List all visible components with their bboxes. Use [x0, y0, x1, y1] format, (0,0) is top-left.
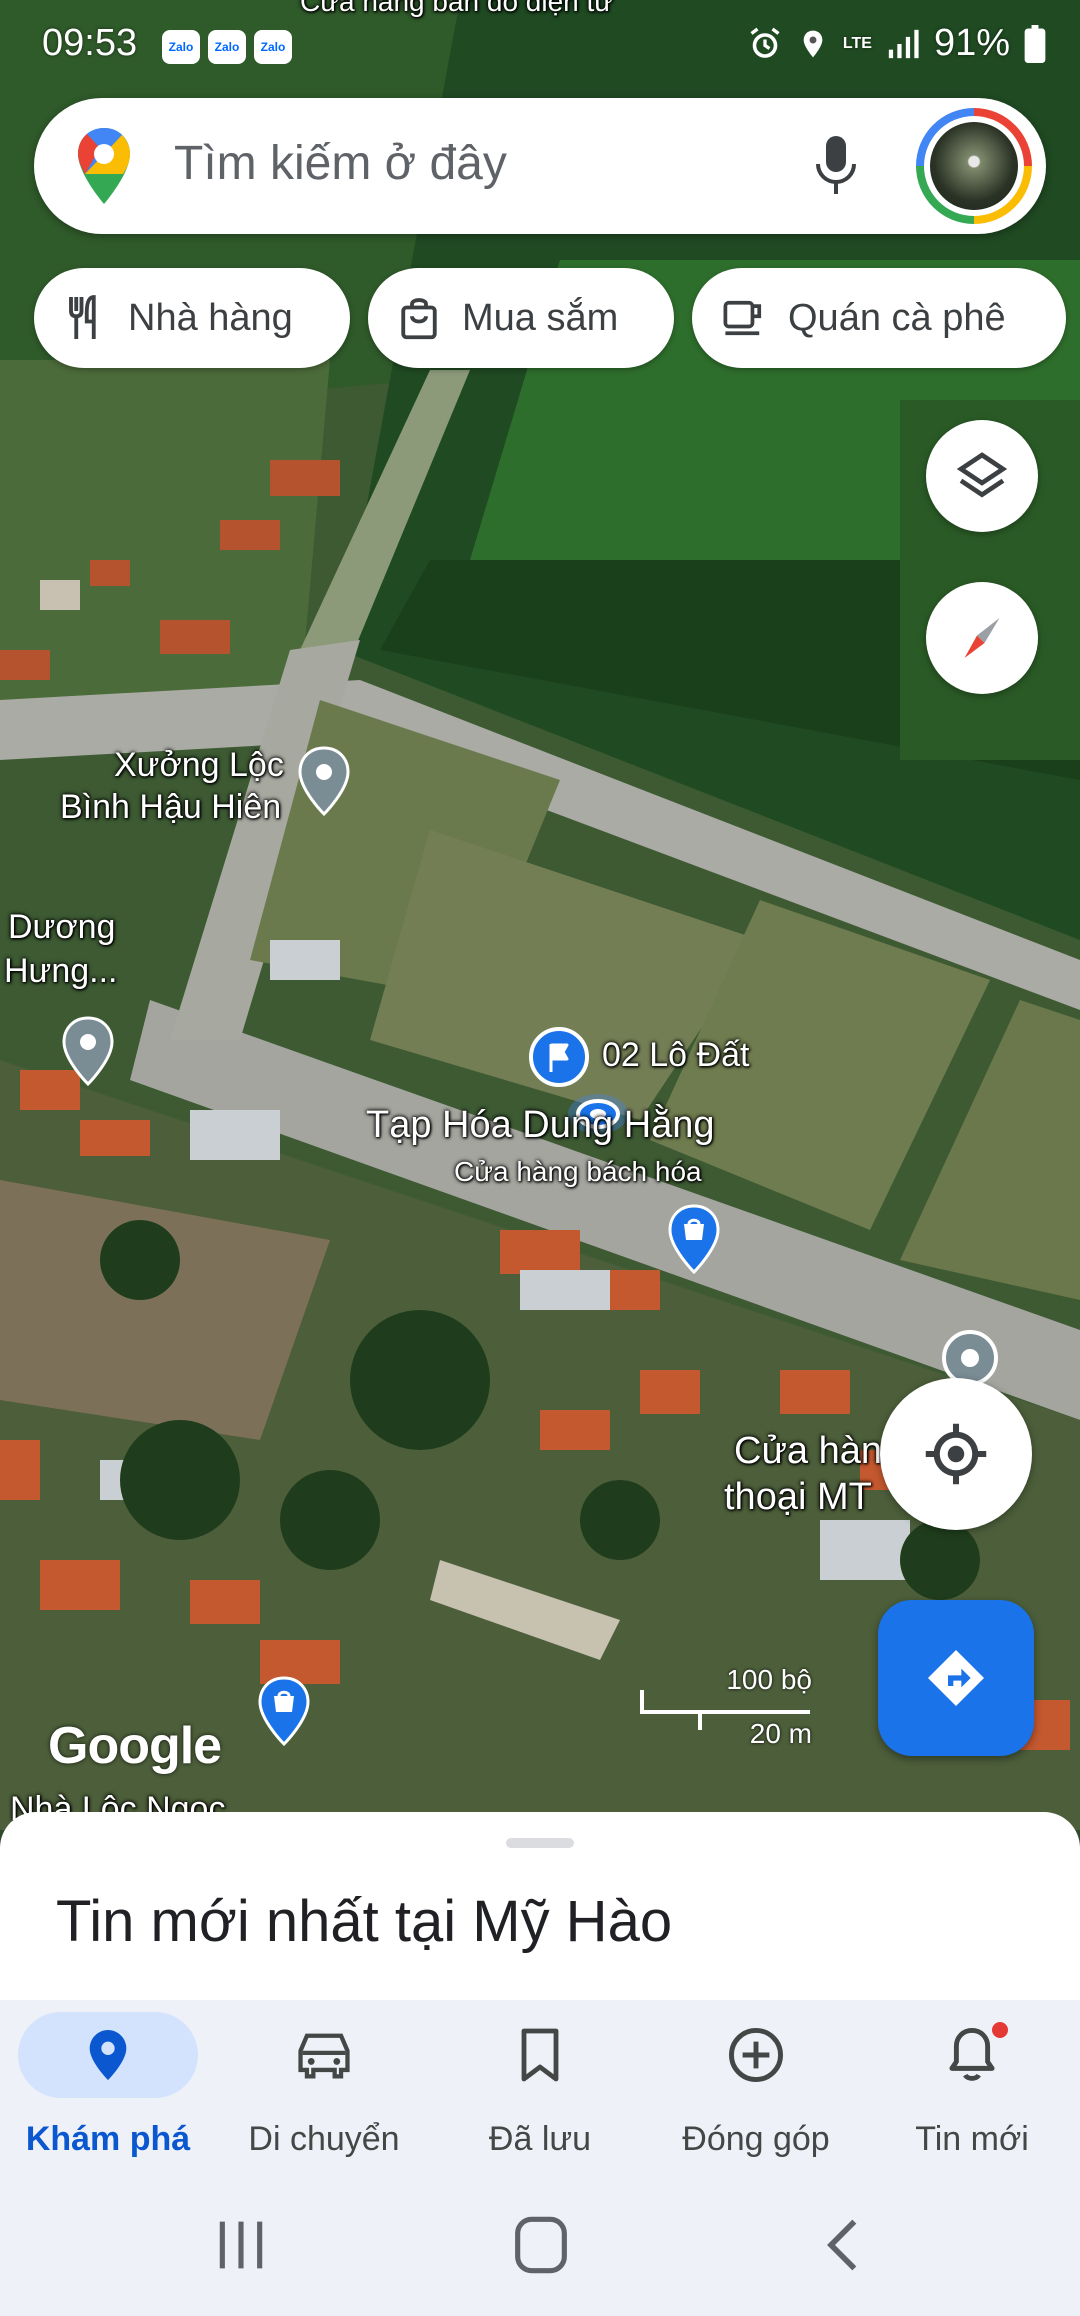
map-label-tap-hoa-category: Cửa hàng bách hóa — [454, 1156, 702, 1187]
directions-button[interactable] — [878, 1600, 1034, 1756]
map-label-duong[interactable]: Dương — [8, 908, 115, 947]
zalo-notification-icon: Zalo — [162, 30, 200, 64]
bottom-sheet[interactable]: Tin mới nhất tại Mỹ Hào — [0, 1812, 1080, 2002]
nav-label: Đóng góp — [682, 2120, 830, 2158]
nav-item-contribute[interactable]: Đóng góp — [648, 2012, 864, 2172]
map-scale: 100 bộ 20 m — [640, 1664, 812, 1750]
search-bar[interactable]: Tìm kiếm ở đây — [34, 98, 1046, 234]
nav-label: Tin mới — [915, 2120, 1029, 2158]
signal-icon — [888, 29, 919, 58]
shopping-pin-icon[interactable] — [256, 1676, 312, 1748]
nav-item-commute[interactable]: Di chuyển — [216, 2012, 432, 2172]
place-pin-icon[interactable] — [296, 746, 352, 818]
nav-item-explore[interactable]: Khám phá — [0, 2012, 216, 2172]
compass-icon — [964, 618, 1000, 658]
battery-percentage: 91% — [933, 22, 1010, 64]
flag-marker-icon[interactable] — [528, 1026, 590, 1088]
nav-item-updates[interactable]: Tin mới — [864, 2012, 1080, 2172]
profile-avatar[interactable] — [916, 108, 1032, 224]
explore-pin-icon — [89, 2030, 127, 2080]
chip-label: Mua sắm — [462, 296, 619, 339]
lte-icon: LTE — [842, 34, 872, 52]
restaurant-icon — [69, 295, 96, 339]
chip-coffee[interactable]: Quán cà phê — [692, 268, 1066, 368]
car-icon — [298, 2033, 350, 2079]
scale-metric: 20 m — [749, 1718, 812, 1749]
place-pin-icon[interactable] — [60, 1016, 116, 1088]
home-icon[interactable] — [506, 2210, 576, 2280]
chip-shopping[interactable]: Mua sắm — [368, 268, 674, 368]
map-label-tap-hoa[interactable]: Tạp Hóa Dung Hằng — [366, 1104, 715, 1148]
battery-icon — [1024, 24, 1046, 63]
back-icon[interactable] — [810, 2210, 880, 2280]
notification-badge — [992, 2022, 1008, 2038]
bell-icon — [949, 2028, 995, 2081]
shopping-pin-icon[interactable] — [666, 1204, 722, 1276]
recent-apps-icon[interactable] — [206, 2210, 276, 2280]
chip-restaurants[interactable]: Nhà hàng — [34, 268, 350, 368]
status-time: 09:53 — [42, 22, 138, 64]
add-circle-icon — [729, 2028, 783, 2082]
alarm-icon — [750, 27, 780, 58]
status-bar: 09:53 Zalo Zalo Zalo LTE 91% — [0, 0, 1080, 96]
bottom-navigation: Khám phá Di chuyển Đã lưu Đóng góp Tin m… — [0, 2000, 1080, 2176]
map-label-hung[interactable]: Hưng... — [4, 952, 117, 991]
google-attribution: Google — [48, 1717, 222, 1775]
coffee-icon — [723, 300, 762, 336]
bookmark-icon — [521, 2028, 559, 2082]
sheet-drag-handle[interactable] — [506, 1838, 574, 1848]
nav-item-saved[interactable]: Đã lưu — [432, 2012, 648, 2172]
chip-label: Quán cà phê — [788, 296, 1006, 339]
location-icon — [803, 30, 823, 57]
microphone-icon[interactable] — [814, 134, 858, 198]
my-location-icon — [925, 1423, 987, 1485]
map-label-binh-hau-hien[interactable]: Bình Hậu Hiên — [60, 788, 281, 827]
compass-button[interactable] — [926, 582, 1038, 694]
map-label-xuong-loc[interactable]: Xưởng Lộc — [114, 746, 284, 785]
map-label-thoai-mt[interactable]: thoại MT — [724, 1476, 872, 1520]
nav-label: Đã lưu — [488, 2120, 592, 2158]
map-label-cua-hang[interactable]: Cửa hàn — [734, 1430, 882, 1474]
zalo-notification-icon: Zalo — [254, 30, 292, 64]
google-maps-logo-icon — [78, 128, 130, 204]
map-label-lo-dat[interactable]: 02 Lô Đất — [602, 1036, 749, 1075]
shopping-bag-icon — [401, 298, 437, 340]
nav-label: Di chuyển — [248, 2120, 400, 2158]
chip-label: Nhà hàng — [128, 296, 293, 339]
nav-label: Khám phá — [25, 2120, 191, 2158]
directions-icon — [928, 1650, 984, 1706]
system-navigation-bar — [0, 2176, 1080, 2316]
sheet-title: Tin mới nhất tại Mỹ Hào — [56, 1889, 673, 1954]
layers-button[interactable] — [926, 420, 1038, 532]
search-input[interactable]: Tìm kiếm ở đây — [174, 136, 507, 191]
my-location-button[interactable] — [880, 1378, 1032, 1530]
zalo-notification-icon: Zalo — [208, 30, 246, 64]
layers-icon — [956, 452, 1008, 498]
